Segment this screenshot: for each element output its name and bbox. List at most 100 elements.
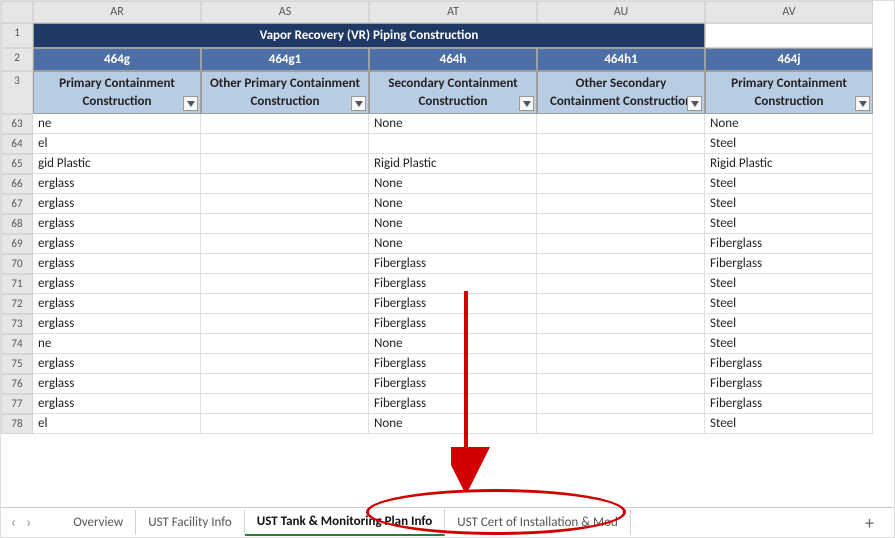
row-header[interactable]: 69 bbox=[1, 234, 33, 254]
cell[interactable] bbox=[201, 134, 369, 154]
cell[interactable] bbox=[201, 214, 369, 234]
section-title[interactable]: Vapor Recovery (VR) Piping Construction bbox=[33, 23, 705, 48]
row-header[interactable]: 72 bbox=[1, 294, 33, 314]
row-header[interactable]: 63 bbox=[1, 114, 33, 134]
cell[interactable] bbox=[201, 334, 369, 354]
cell[interactable] bbox=[537, 354, 705, 374]
cell[interactable] bbox=[537, 294, 705, 314]
column-header-AT[interactable]: AT bbox=[369, 1, 537, 23]
cell[interactable] bbox=[537, 334, 705, 354]
header-primary-containment[interactable]: Primary Containment Construction bbox=[33, 71, 201, 114]
cell[interactable] bbox=[201, 294, 369, 314]
header-secondary-containment[interactable]: Secondary Containment Construction bbox=[369, 71, 537, 114]
row-header[interactable]: 74 bbox=[1, 334, 33, 354]
header-primary-containment-av[interactable]: Primary Containment Construction bbox=[705, 71, 873, 114]
cell[interactable] bbox=[537, 234, 705, 254]
code-464j[interactable]: 464j bbox=[705, 48, 873, 71]
cell[interactable]: Rigid Plastic bbox=[369, 154, 537, 174]
code-464g[interactable]: 464g bbox=[33, 48, 201, 71]
filter-button[interactable] bbox=[183, 96, 198, 111]
cell[interactable]: erglass bbox=[33, 374, 201, 394]
cell[interactable]: erglass bbox=[33, 234, 201, 254]
row-header-1[interactable]: 1 bbox=[1, 23, 33, 48]
cell[interactable]: Fiberglass bbox=[369, 314, 537, 334]
cell[interactable]: Fiberglass bbox=[705, 394, 873, 414]
cell[interactable] bbox=[201, 274, 369, 294]
cell[interactable]: Steel bbox=[705, 194, 873, 214]
cell[interactable]: Fiberglass bbox=[369, 394, 537, 414]
cell[interactable]: None bbox=[369, 414, 537, 434]
cell[interactable] bbox=[201, 354, 369, 374]
cell[interactable]: erglass bbox=[33, 314, 201, 334]
row-header[interactable]: 78 bbox=[1, 414, 33, 434]
row-header[interactable]: 75 bbox=[1, 354, 33, 374]
cell[interactable] bbox=[537, 394, 705, 414]
row-header[interactable]: 71 bbox=[1, 274, 33, 294]
sheet-tab-ust-cert-install-mod[interactable]: UST Cert of Installation & Mod bbox=[445, 510, 631, 535]
cell[interactable] bbox=[201, 254, 369, 274]
cell[interactable] bbox=[201, 154, 369, 174]
cell[interactable]: erglass bbox=[33, 174, 201, 194]
cell[interactable]: Fiberglass bbox=[369, 254, 537, 274]
row-header[interactable]: 70 bbox=[1, 254, 33, 274]
row-header[interactable]: 67 bbox=[1, 194, 33, 214]
cell[interactable]: Fiberglass bbox=[369, 354, 537, 374]
add-sheet-button[interactable]: + bbox=[855, 512, 884, 534]
cell[interactable]: Steel bbox=[705, 134, 873, 154]
filter-button[interactable] bbox=[855, 96, 870, 111]
cell[interactable] bbox=[201, 414, 369, 434]
cell[interactable]: Steel bbox=[705, 414, 873, 434]
row-header[interactable]: 64 bbox=[1, 134, 33, 154]
row-header[interactable]: 66 bbox=[1, 174, 33, 194]
cell[interactable] bbox=[201, 374, 369, 394]
column-header-AV[interactable]: AV bbox=[705, 1, 873, 23]
cell[interactable]: None bbox=[369, 174, 537, 194]
code-464h1[interactable]: 464h1 bbox=[537, 48, 705, 71]
row-header[interactable]: 73 bbox=[1, 314, 33, 334]
select-all-corner[interactable] bbox=[1, 1, 33, 23]
cell[interactable] bbox=[201, 394, 369, 414]
cell[interactable]: Rigid Plastic bbox=[705, 154, 873, 174]
cell[interactable] bbox=[537, 174, 705, 194]
cell[interactable]: Fiberglass bbox=[369, 294, 537, 314]
cell[interactable] bbox=[201, 174, 369, 194]
cell[interactable]: None bbox=[705, 114, 873, 134]
cell[interactable]: Steel bbox=[705, 274, 873, 294]
cell[interactable]: erglass bbox=[33, 194, 201, 214]
cell[interactable] bbox=[537, 154, 705, 174]
cell[interactable] bbox=[537, 254, 705, 274]
cell[interactable] bbox=[201, 234, 369, 254]
cell[interactable]: None bbox=[369, 334, 537, 354]
cell[interactable]: erglass bbox=[33, 394, 201, 414]
cell[interactable]: Steel bbox=[705, 314, 873, 334]
row-header[interactable]: 76 bbox=[1, 374, 33, 394]
cell[interactable]: Steel bbox=[705, 294, 873, 314]
cell[interactable] bbox=[537, 374, 705, 394]
cell[interactable]: Steel bbox=[705, 214, 873, 234]
sheet-tab-ust-facility-info[interactable]: UST Facility Info bbox=[136, 510, 245, 535]
cell[interactable]: el bbox=[33, 414, 201, 434]
tab-prev-button[interactable]: ‹ bbox=[11, 514, 16, 532]
cell[interactable]: gid Plastic bbox=[33, 154, 201, 174]
cell[interactable] bbox=[537, 314, 705, 334]
cell[interactable]: Fiberglass bbox=[369, 274, 537, 294]
cell-AV1[interactable] bbox=[705, 23, 873, 48]
cell[interactable]: None bbox=[369, 194, 537, 214]
row-header[interactable]: 65 bbox=[1, 154, 33, 174]
row-header-2[interactable]: 2 bbox=[1, 48, 33, 71]
column-header-AS[interactable]: AS bbox=[201, 1, 369, 23]
cell[interactable] bbox=[537, 274, 705, 294]
cell[interactable]: None bbox=[369, 114, 537, 134]
cell[interactable]: erglass bbox=[33, 294, 201, 314]
row-header[interactable]: 77 bbox=[1, 394, 33, 414]
cell[interactable]: erglass bbox=[33, 214, 201, 234]
row-header[interactable]: 68 bbox=[1, 214, 33, 234]
cell[interactable]: erglass bbox=[33, 254, 201, 274]
cell[interactable]: Fiberglass bbox=[705, 374, 873, 394]
column-header-AU[interactable]: AU bbox=[537, 1, 705, 23]
row-header-3[interactable]: 3 bbox=[1, 71, 33, 114]
cell[interactable]: Fiberglass bbox=[369, 374, 537, 394]
filter-button[interactable] bbox=[687, 96, 702, 111]
cell[interactable] bbox=[537, 114, 705, 134]
sheet-tab-ust-tank-monitoring[interactable]: UST Tank & Monitoring Plan Info bbox=[245, 509, 446, 536]
